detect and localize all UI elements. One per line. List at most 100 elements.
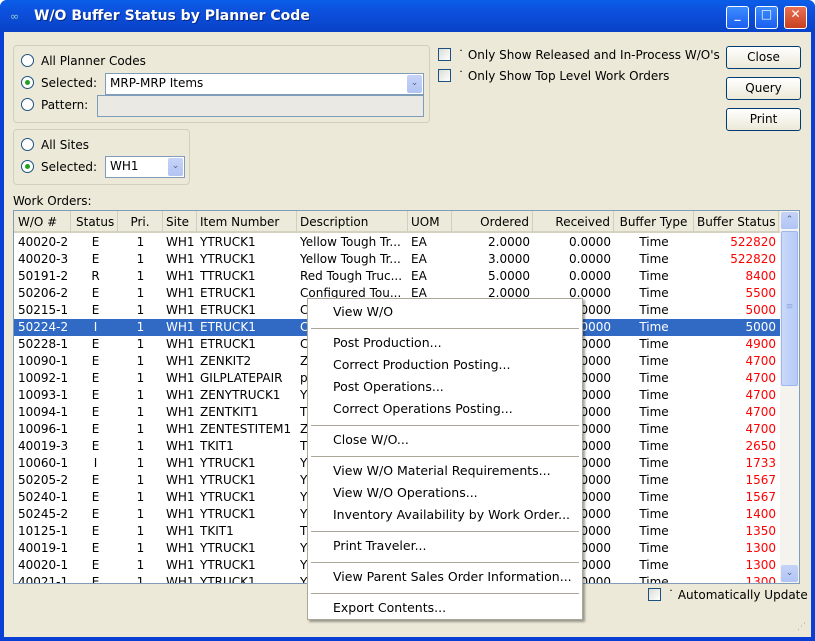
table-cell: YTRUCK1 — [200, 473, 256, 487]
table-row[interactable]: 50191-2 R 1 WH1 TTRUCK1 Red Tough Truc... EA 5.… — [14, 268, 780, 285]
column-header[interactable]: Buffer Status — [694, 211, 779, 233]
menu-item[interactable]: Post Operations... — [333, 379, 444, 394]
window: ∞ W/O Buffer Status by Planner Code _ □ … — [0, 0, 815, 641]
table-cell: YTRUCK1 — [200, 575, 256, 584]
table-cell: YTRUCK1 — [200, 456, 256, 470]
table-cell: 50245-2 — [18, 507, 69, 521]
menu-item[interactable]: View W/O — [333, 304, 393, 319]
table-cell: E — [91, 303, 100, 317]
menu-item[interactable]: View W/O Operations... — [333, 485, 478, 500]
chevron-down-icon[interactable]: ⌄ — [168, 158, 183, 176]
table-cell: Time — [639, 473, 669, 487]
table-row[interactable]: 40020-2 E 1 WH1 YTRUCK1 Yellow Tough Tr... EA 2… — [14, 234, 780, 251]
menu-item[interactable]: Correct Production Posting... — [333, 357, 510, 372]
table-cell: 1567 — [745, 473, 776, 487]
table-cell: ZENTESTITEM1 — [200, 422, 292, 436]
column-header[interactable]: Item Number — [197, 211, 297, 233]
site-combo[interactable]: WH1 ⌄ — [105, 156, 185, 178]
menu-item[interactable]: Export Contents... — [333, 600, 446, 615]
table-cell: 10093-1 — [18, 388, 69, 402]
scroll-thumb[interactable]: ≡ — [781, 231, 798, 386]
menu-item[interactable]: Print Traveler... — [333, 538, 427, 553]
scroll-down-icon[interactable]: ⌄ — [781, 565, 798, 582]
auto-update-checkbox[interactable] — [648, 588, 661, 601]
maximize-button[interactable]: □ — [755, 6, 778, 29]
table-cell: 4700 — [745, 422, 776, 436]
table-cell: Time — [639, 303, 669, 317]
table-cell: YTRUCK1 — [200, 490, 256, 504]
table-cell: Time — [639, 269, 669, 283]
menu-item[interactable]: Inventory Availability by Work Order... — [333, 507, 570, 522]
menu-item[interactable]: Correct Operations Posting... — [333, 401, 513, 416]
column-header[interactable]: Status — [73, 211, 118, 233]
table-cell: E — [91, 405, 100, 419]
table-cell: EA — [411, 252, 427, 266]
table-cell: I — [93, 456, 98, 470]
column-header[interactable]: Ordered — [452, 211, 533, 233]
menu-item[interactable]: View W/O Material Requirements... — [333, 463, 551, 478]
planner-code-combo[interactable]: MRP-MRP Items ⌄ — [105, 73, 424, 95]
column-header[interactable]: W/O # — [15, 211, 71, 233]
column-header[interactable]: UOM — [408, 211, 452, 233]
table-cell: 0.0000 — [569, 252, 611, 266]
table-cell: 1300 — [745, 541, 776, 555]
scroll-up-icon[interactable]: ⌃ — [781, 212, 798, 229]
table-cell: WH1 — [166, 507, 195, 521]
menu-item[interactable]: Close W/O... — [333, 432, 409, 447]
close-window-button[interactable]: ✕ — [784, 6, 807, 29]
chevron-down-icon[interactable]: ⌄ — [407, 75, 422, 93]
column-header[interactable]: Description — [297, 211, 408, 233]
table-cell: E — [91, 473, 100, 487]
column-header[interactable]: Buffer Type — [614, 211, 694, 233]
table-cell: WH1 — [166, 286, 195, 300]
all-sites-radio[interactable] — [21, 138, 34, 151]
table-cell: ZENKIT2 — [200, 354, 252, 368]
resize-grip-icon[interactable]: ⋰ — [797, 622, 806, 632]
table-cell: 4900 — [745, 337, 776, 351]
selected-site-radio[interactable] — [21, 160, 34, 173]
selected-planner-radio[interactable] — [21, 76, 34, 89]
table-cell: E — [91, 286, 100, 300]
auto-update-text: Automatically Update — [677, 588, 808, 602]
table-cell: E — [91, 235, 100, 249]
table-cell: Time — [639, 558, 669, 572]
table-cell: 1 — [136, 303, 145, 317]
print-button[interactable]: Print — [726, 108, 801, 131]
selected-planner-label: Selected: — [41, 76, 98, 90]
table-cell: E — [91, 558, 100, 572]
vertical-scrollbar[interactable]: ⌃ ≡ ⌄ — [780, 211, 799, 583]
menu-item[interactable]: Post Production... — [333, 335, 442, 350]
table-cell: Time — [639, 371, 669, 385]
close-button[interactable]: Close — [726, 46, 801, 69]
top-level-checkbox[interactable] — [438, 69, 451, 82]
table-cell: 50206-2 — [18, 286, 69, 300]
query-button[interactable]: Query — [726, 77, 801, 100]
table-cell: 1 — [136, 490, 145, 504]
table-cell: 1 — [136, 388, 145, 402]
released-checkbox[interactable] — [438, 48, 451, 61]
table-cell: 1 — [136, 541, 145, 555]
table-cell: WH1 — [166, 388, 195, 402]
minimize-button[interactable]: _ — [726, 6, 749, 29]
title-bar[interactable]: ∞ W/O Buffer Status by Planner Code _ □ … — [0, 0, 815, 32]
table-cell: Time — [639, 235, 669, 249]
table-cell: 3.0000 — [488, 252, 530, 266]
column-header[interactable]: Site — [163, 211, 197, 233]
table-cell: E — [91, 507, 100, 521]
table-cell: 1567 — [745, 490, 776, 504]
column-header[interactable]: Pri. — [118, 211, 163, 233]
table-cell: 0.0000 — [569, 269, 611, 283]
menu-separator — [311, 456, 579, 457]
top-level-label: ˙ Only Show Top Level Work Orders — [458, 69, 670, 83]
pattern-radio[interactable] — [21, 98, 34, 111]
table-row[interactable]: 40020-3 E 1 WH1 YTRUCK1 Yellow Tough Tr... EA 3… — [14, 251, 780, 268]
table-cell: 4700 — [745, 354, 776, 368]
table-cell: TKIT1 — [200, 524, 234, 538]
top-level-text: Only Show Top Level Work Orders — [467, 69, 670, 83]
menu-item[interactable]: View Parent Sales Order Information... — [333, 569, 572, 584]
column-header[interactable]: Received — [533, 211, 614, 233]
table-cell: Time — [639, 490, 669, 504]
table-cell: 1 — [136, 371, 145, 385]
all-planner-codes-radio[interactable] — [21, 54, 34, 67]
pattern-input[interactable] — [97, 95, 424, 117]
